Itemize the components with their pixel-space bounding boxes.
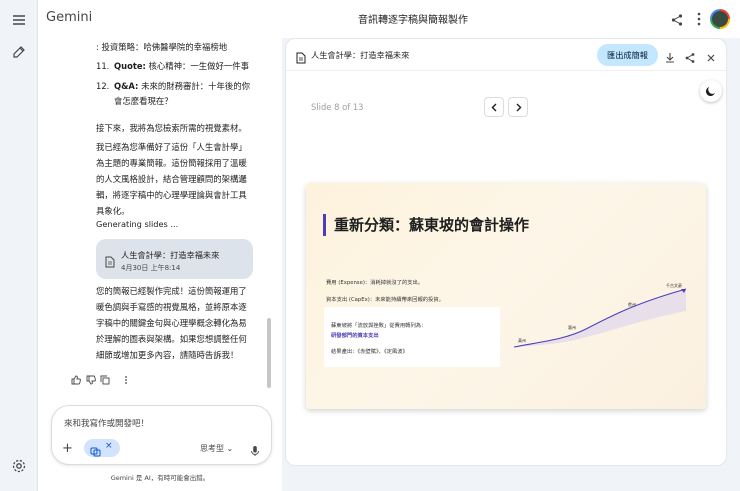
- response-paragraph: 我已經為您準備好了這份「人生會計學」 為主題的專業簡報。這份簡報採用了溫暖 的人…: [96, 142, 247, 216]
- card-title: 人生會計學：打造幸福未來: [121, 250, 220, 260]
- chat-scrollbar[interactable]: [267, 318, 271, 388]
- callout-line: 蘇東坡將「流放與挫敗」從費用轉列為：: [331, 323, 427, 329]
- slides-panel: 人生會計學：打造幸福未來 匯出成簡報 Slide 8 of 13 重新分類：蘇東…: [285, 38, 727, 466]
- moon-icon: [705, 87, 715, 96]
- list-item: 會怎麼看現在？: [114, 96, 173, 106]
- menu-icon[interactable]: [11, 12, 27, 28]
- microphone-icon[interactable]: [250, 442, 260, 456]
- document-icon: [296, 49, 306, 64]
- app-brand[interactable]: Gemini: [46, 10, 92, 25]
- prompt-composer: 來和我寫作或開發吧！ + × 思考型 ⌄: [51, 405, 272, 465]
- settings-icon[interactable]: [11, 458, 27, 474]
- curve-label: 惠州: [568, 324, 576, 330]
- previous-slide-button[interactable]: [484, 97, 504, 117]
- close-icon[interactable]: [705, 49, 717, 62]
- growth-curve-diagram: 黃州 惠州 儋州 千古文豪: [513, 282, 687, 348]
- share-icon[interactable]: [670, 12, 684, 26]
- copy-icon[interactable]: [100, 370, 110, 385]
- slide-text-expense: 費用 (Expense)：消耗掉就沒了的支出。: [326, 280, 424, 286]
- chat-history: : 投資策略：哈佛醫學院的幸福榜地 11. Quote: 核心精神：一生做好一件事…: [38, 38, 282, 398]
- dark-mode-toggle[interactable]: [700, 80, 722, 102]
- panel-header: 人生會計學：打造幸福未來 匯出成簡報: [286, 39, 726, 71]
- close-icon[interactable]: ×: [105, 441, 113, 451]
- avatar[interactable]: [710, 9, 730, 29]
- callout-line: 結果產出：《赤壁賦》、《定風波》: [331, 349, 408, 355]
- response-paragraph: 您的簡報已經製作完成！這份簡報運用了 暖色調與手寫感的視覺風格，並將原本逐 字稿…: [96, 286, 247, 360]
- slide-callout-box: 蘇東坡將「流放與挫敗」從費用轉列為： 研發部門的資本支出 結果產出：《赤壁賦》、…: [324, 307, 500, 367]
- new-chat-icon[interactable]: [11, 44, 27, 60]
- card-date: 4月30日 上午8:14: [121, 264, 181, 272]
- side-rail: [0, 0, 38, 491]
- thumbs-up-icon[interactable]: [71, 370, 81, 385]
- slides-card[interactable]: 人生會計學：打造幸福未來 4月30日 上午8:14: [96, 239, 253, 279]
- conversation-title: 音訊轉逐字稿與簡報製作: [358, 15, 468, 26]
- list-item: 11. Quote: 核心精神：一生做好一件事: [96, 61, 250, 71]
- disclaimer: Gemini 是 AI，有時可能會出錯。: [110, 474, 210, 482]
- thumbs-down-icon[interactable]: [86, 370, 96, 385]
- canvas-icon: [90, 442, 101, 457]
- callout-highlight: 研發部門的資本支出: [331, 333, 379, 339]
- curve-label: 千古文豪: [666, 282, 682, 288]
- share-icon[interactable]: [684, 49, 696, 63]
- list-item: : 投資策略：哈佛醫學院的幸福榜地: [96, 42, 228, 52]
- top-bar: Gemini 音訊轉逐字稿與簡報製作: [38, 0, 740, 38]
- chevron-right-icon: [516, 103, 522, 112]
- export-slides-button[interactable]: 匯出成簡報: [597, 44, 658, 66]
- curve-label: 黃州: [518, 337, 526, 343]
- slide-counter: Slide 8 of 13: [311, 102, 364, 112]
- slide-text-capex: 資本支出 (CapEx)：未來能持續帶來回報的投資。: [326, 297, 444, 303]
- generating-status: Generating slides ...: [96, 219, 179, 229]
- curve-label: 儋州: [628, 301, 636, 307]
- add-icon[interactable]: +: [62, 441, 73, 456]
- next-slide-button[interactable]: [508, 97, 528, 117]
- slide-title: 重新分類：蘇東坡的會計操作: [334, 216, 530, 234]
- panel-title: 人生會計學：打造幸福未來: [311, 50, 410, 60]
- chevron-down-icon: ⌄: [226, 444, 234, 453]
- response-intro: 接下來，我將為您檢索所需的視覺素材。: [96, 123, 247, 133]
- canvas-tool-chip[interactable]: ×: [84, 439, 120, 457]
- more-options-icon[interactable]: [692, 11, 706, 27]
- download-icon[interactable]: [664, 49, 676, 63]
- more-vert-icon[interactable]: [121, 370, 131, 384]
- slide-preview: 重新分類：蘇東坡的會計操作 費用 (Expense)：消耗掉就沒了的支出。 資本…: [306, 183, 706, 409]
- title-accent-bar: [323, 214, 326, 236]
- prompt-input[interactable]: 來和我寫作或開發吧！: [64, 417, 149, 429]
- list-item: 12. Q&A: 未來的財務審計：十年後的你: [96, 81, 250, 91]
- chevron-left-icon: [491, 103, 497, 112]
- document-icon: [105, 253, 115, 268]
- mode-selector[interactable]: 思考型 ⌄: [200, 443, 233, 454]
